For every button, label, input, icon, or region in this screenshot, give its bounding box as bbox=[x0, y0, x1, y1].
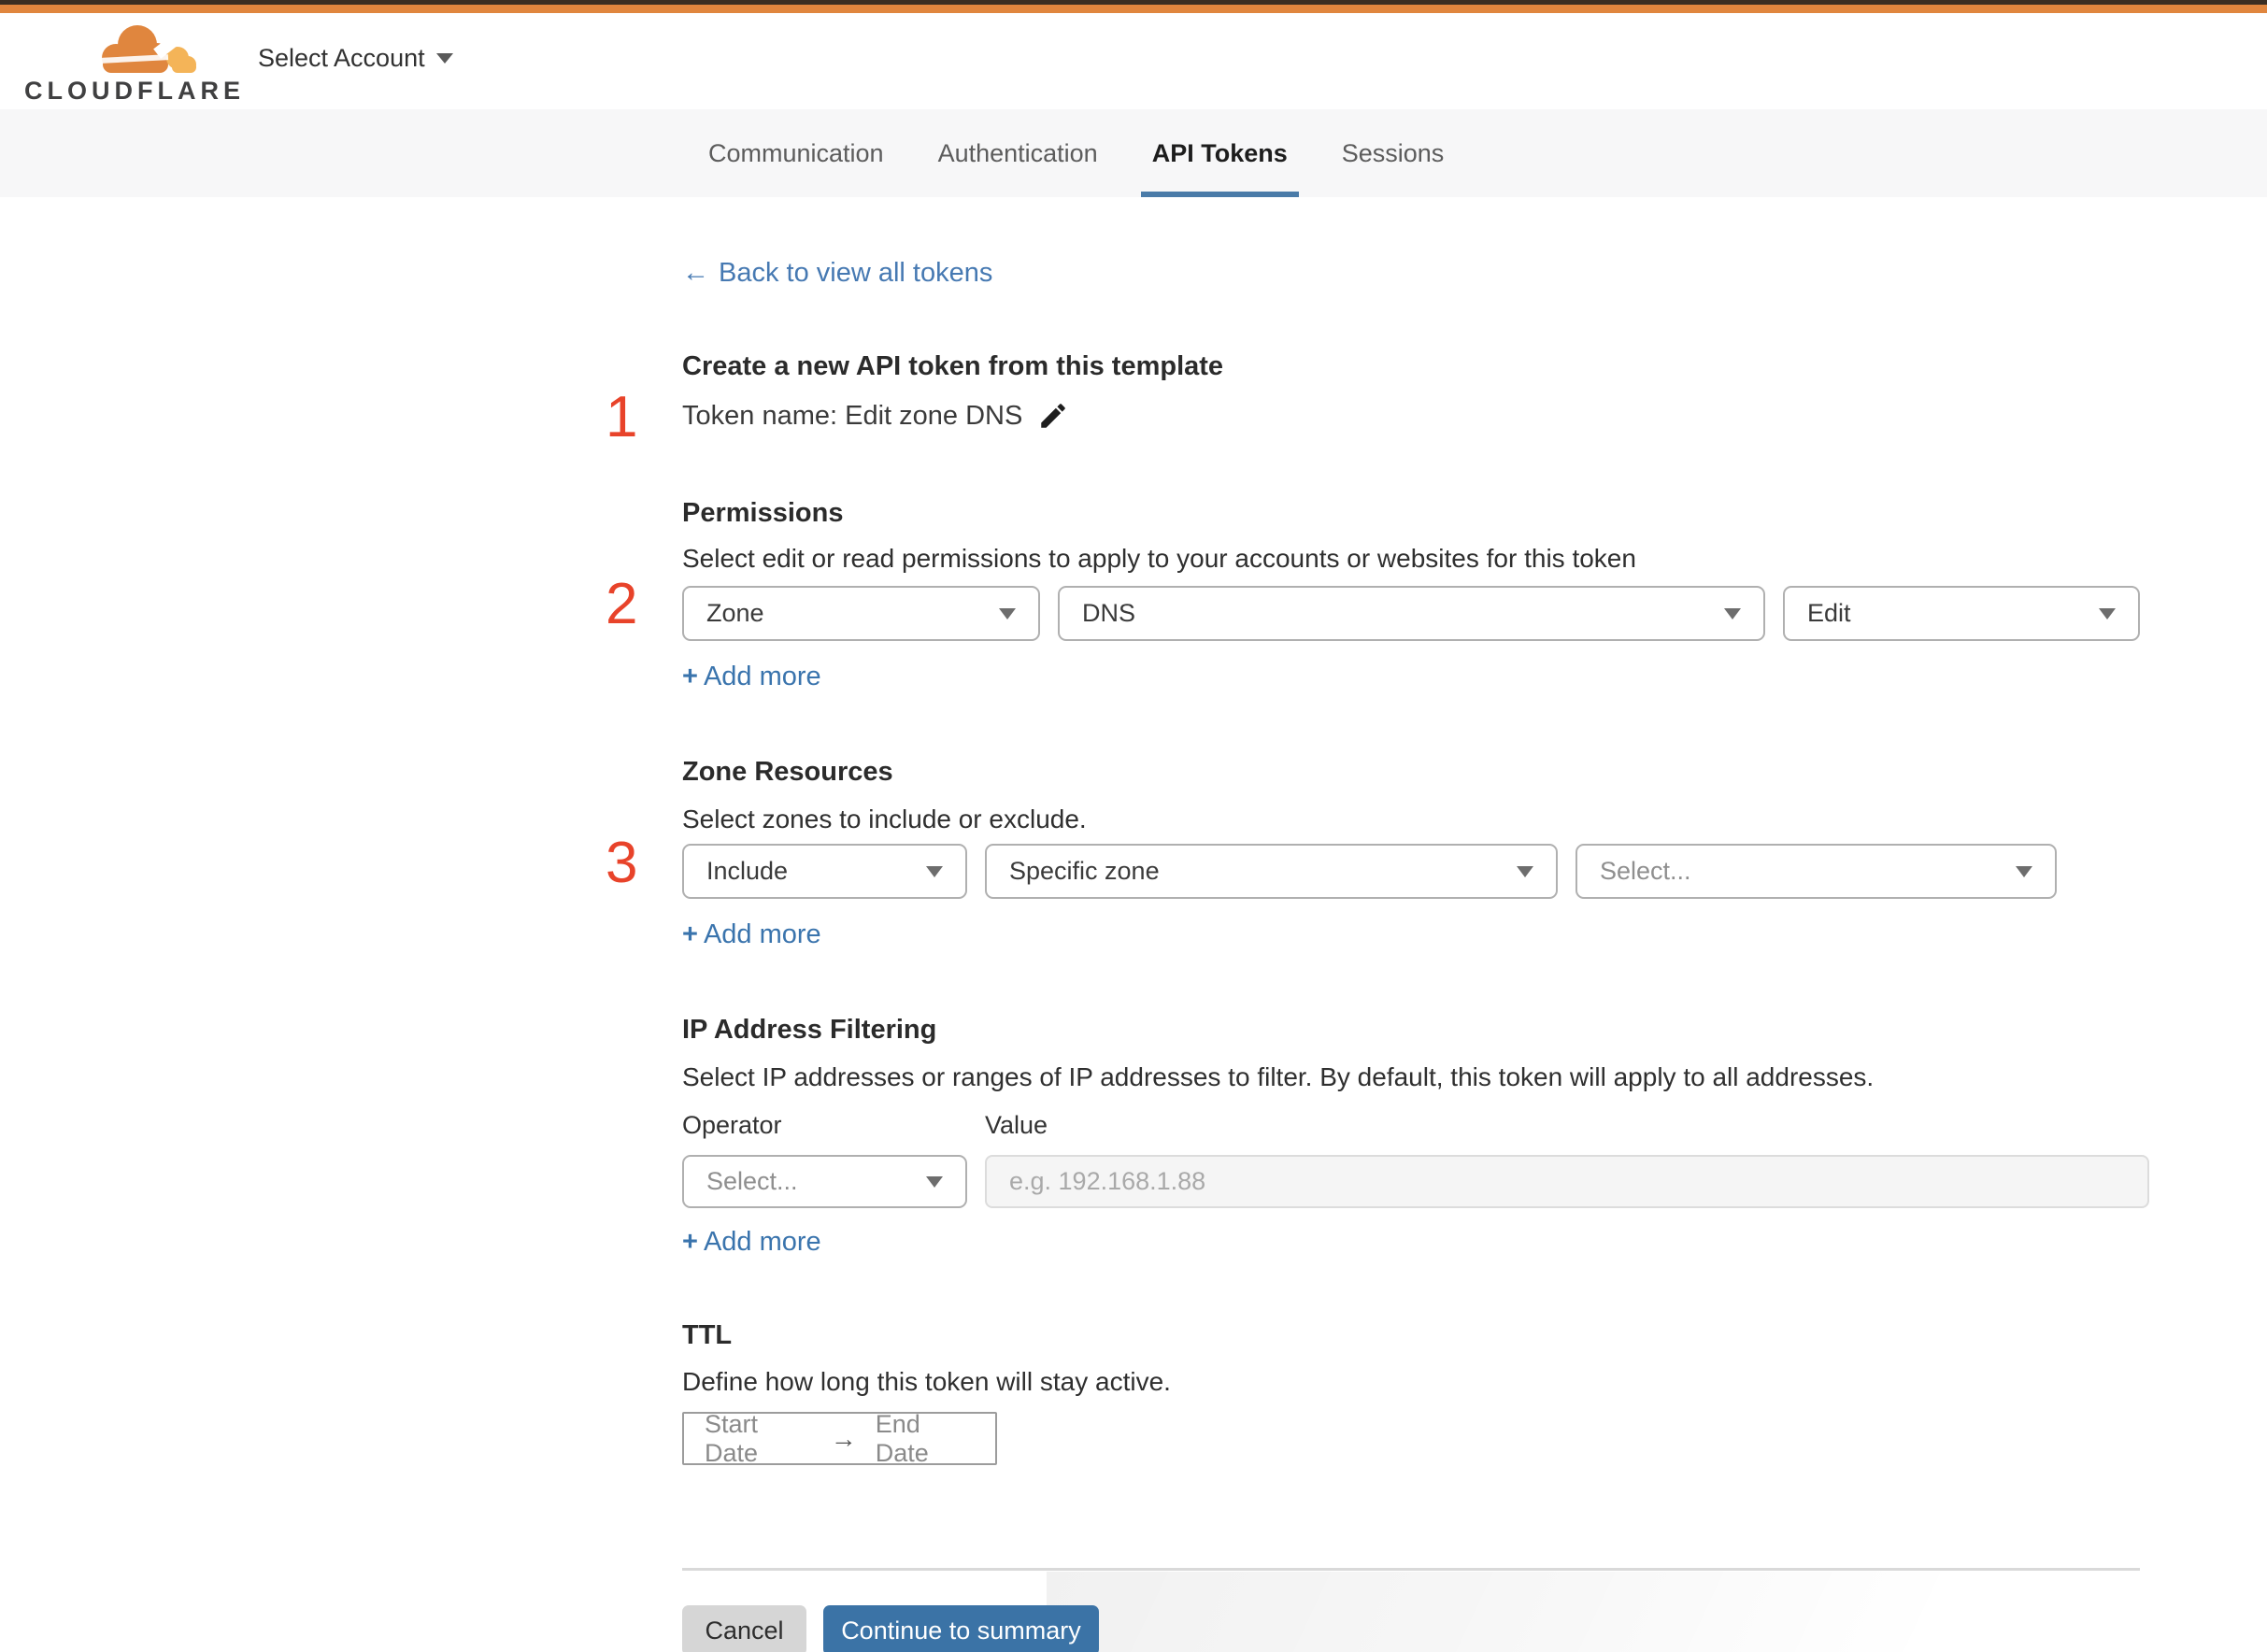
zone-resources-title: Zone Resources bbox=[682, 757, 893, 787]
operator-placeholder: Select... bbox=[706, 1167, 798, 1195]
value-label: Value bbox=[985, 1111, 1048, 1139]
cloudflare-wordmark: CLOUDFLARE bbox=[24, 77, 245, 105]
create-token-title: Create a new API token from this templat… bbox=[682, 351, 1224, 381]
tabs: Communication Authentication API Tokens … bbox=[697, 109, 1487, 197]
chevron-down-icon bbox=[926, 1175, 943, 1188]
step-2-number: 2 bbox=[606, 572, 638, 636]
plus-icon: + bbox=[682, 662, 698, 691]
permissions-row: Zone DNS Edit bbox=[682, 586, 2140, 641]
add-more-label: Add more bbox=[703, 1227, 821, 1257]
permissions-description: Select edit or read permissions to apply… bbox=[682, 544, 1636, 573]
ip-filtering-title: IP Address Filtering bbox=[682, 1015, 937, 1045]
plus-icon: + bbox=[682, 1227, 698, 1257]
back-link-label: Back to view all tokens bbox=[719, 258, 993, 288]
permission-access-select[interactable]: Edit bbox=[1783, 586, 2140, 641]
zone-mode-value: Include bbox=[706, 857, 789, 885]
ip-filtering-row: Select... bbox=[682, 1155, 967, 1208]
permissions-title: Permissions bbox=[682, 498, 844, 528]
chevron-down-icon bbox=[999, 607, 1016, 620]
tab-sessions[interactable]: Sessions bbox=[1331, 109, 1456, 197]
permissions-add-more-link[interactable]: + Add more bbox=[682, 662, 821, 692]
footer-divider bbox=[682, 1568, 2140, 1571]
permission-resource-value: DNS bbox=[1082, 599, 1136, 627]
cancel-button[interactable]: Cancel bbox=[682, 1605, 806, 1652]
token-name-text: Token name: Edit zone DNS bbox=[682, 400, 1023, 431]
tab-strip: Communication Authentication API Tokens … bbox=[0, 109, 2267, 197]
token-name-row: Token name: Edit zone DNS bbox=[682, 400, 1069, 432]
zone-resources-row: Include Specific zone Select... bbox=[682, 844, 2057, 899]
back-to-tokens-link[interactable]: ← Back to view all tokens bbox=[682, 258, 992, 289]
zone-resources-description: Select zones to include or exclude. bbox=[682, 805, 1087, 833]
permission-resource-select[interactable]: DNS bbox=[1058, 586, 1765, 641]
zone-mode-select[interactable]: Include bbox=[682, 844, 967, 899]
brand-accent-bar bbox=[0, 5, 2267, 13]
ip-value-input[interactable] bbox=[985, 1155, 2149, 1208]
api-token-template-page: CLOUDFLARE Select Account Communication … bbox=[0, 0, 2267, 1652]
plus-icon: + bbox=[682, 919, 698, 949]
step-1-number: 1 bbox=[606, 385, 638, 449]
add-more-label: Add more bbox=[703, 919, 821, 949]
account-selector-label: Select Account bbox=[258, 44, 425, 72]
zone-scope-select[interactable]: Specific zone bbox=[985, 844, 1558, 899]
chevron-down-icon bbox=[1517, 865, 1533, 877]
ttl-description: Define how long this token will stay act… bbox=[682, 1367, 1171, 1396]
chevron-down-icon bbox=[2099, 607, 2116, 620]
ip-filtering-add-more-link[interactable]: + Add more bbox=[682, 1227, 821, 1258]
zone-picker-select[interactable]: Select... bbox=[1575, 844, 2057, 899]
zone-scope-value: Specific zone bbox=[1009, 857, 1160, 885]
continue-to-summary-button[interactable]: Continue to summary bbox=[823, 1605, 1099, 1652]
start-date-placeholder: Start Date bbox=[705, 1409, 759, 1467]
account-selector[interactable]: Select Account bbox=[258, 44, 453, 73]
back-arrow-icon: ← bbox=[682, 258, 709, 288]
add-more-label: Add more bbox=[703, 662, 821, 691]
operator-label: Operator bbox=[682, 1111, 782, 1139]
tab-api-tokens[interactable]: API Tokens bbox=[1140, 109, 1299, 197]
chevron-down-icon bbox=[926, 865, 943, 877]
chevron-down-icon bbox=[1724, 607, 1741, 620]
tab-authentication[interactable]: Authentication bbox=[927, 109, 1109, 197]
chevron-down-icon bbox=[435, 53, 453, 64]
zone-picker-placeholder: Select... bbox=[1600, 857, 1691, 885]
ip-filtering-description: Select IP addresses or ranges of IP addr… bbox=[682, 1062, 1875, 1091]
permission-scope-select[interactable]: Zone bbox=[682, 586, 1040, 641]
permission-access-value: Edit bbox=[1807, 599, 1851, 627]
chevron-down-icon bbox=[2016, 865, 2032, 877]
step-3-number: 3 bbox=[606, 831, 638, 895]
cloudflare-logo[interactable]: CLOUDFLARE bbox=[24, 19, 240, 105]
edit-pencil-icon[interactable] bbox=[1037, 400, 1069, 432]
permission-scope-value: Zone bbox=[706, 599, 764, 627]
arrow-right-icon: → bbox=[830, 1423, 857, 1453]
operator-select[interactable]: Select... bbox=[682, 1155, 967, 1208]
header: CLOUDFLARE Select Account bbox=[0, 13, 2267, 109]
ttl-title: TTL bbox=[682, 1320, 733, 1350]
cloudflare-cloud-icon bbox=[100, 21, 198, 73]
zone-resources-add-more-link[interactable]: + Add more bbox=[682, 919, 821, 950]
footer-shade bbox=[1047, 1572, 2093, 1652]
tab-communication[interactable]: Communication bbox=[697, 109, 895, 197]
end-date-placeholder: End Date bbox=[875, 1409, 929, 1467]
date-range-picker[interactable]: Start Date → End Date bbox=[682, 1409, 997, 1467]
